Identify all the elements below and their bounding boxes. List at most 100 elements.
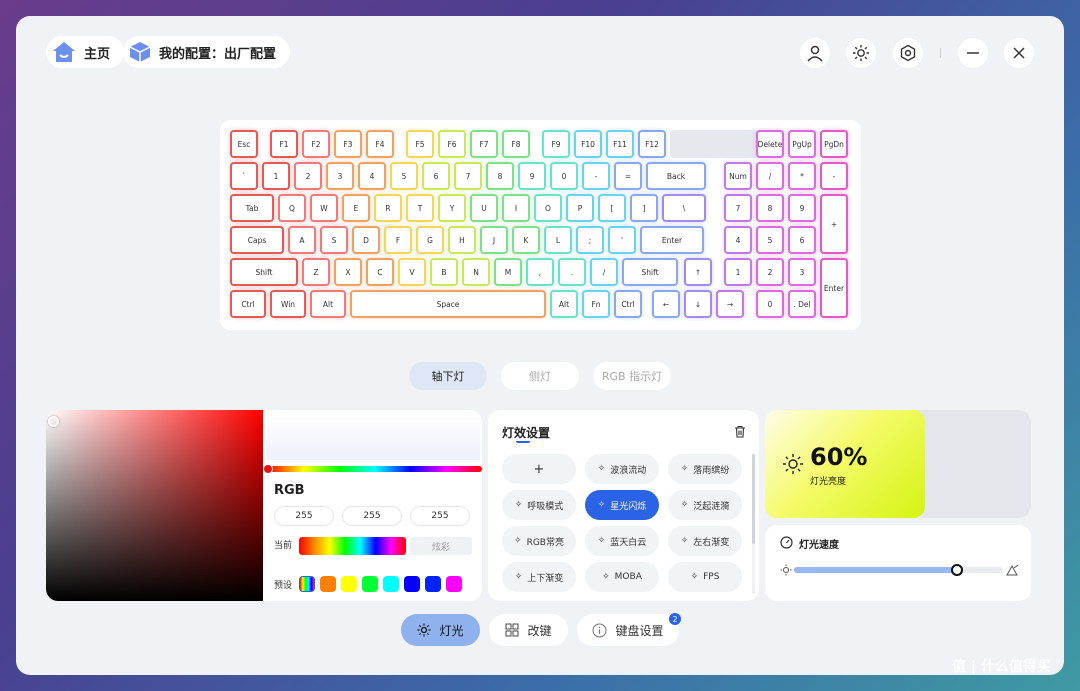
minimize-button[interactable] [958,38,988,68]
key[interactable]: PgUp [788,130,816,158]
key[interactable]: Enter [640,226,704,254]
key[interactable]: F10 [574,130,602,158]
hue-slider[interactable] [268,466,482,472]
home-tab[interactable]: 主页 [46,36,125,68]
key[interactable]: L [544,226,572,254]
key[interactable]: M [494,258,522,286]
key[interactable]: 0 [550,162,578,190]
bottom-tab-remap[interactable]: 改键 [489,614,568,646]
key[interactable]: 3 [788,258,816,286]
key[interactable]: Enter [820,258,848,318]
key[interactable]: D [352,226,380,254]
config-tab[interactable]: 我的配置：出厂配置 [123,36,291,68]
close-button[interactable] [1004,38,1034,68]
effect-button[interactable]: ✧ 落雨缤纷 [668,454,742,484]
key[interactable]: Fn [582,290,610,318]
key[interactable]: F4 [366,130,394,158]
key[interactable]: Space [350,290,546,318]
preset-swatch[interactable] [341,576,357,592]
key[interactable]: 1 [262,162,290,190]
key[interactable]: T [406,194,434,222]
key[interactable]: * [788,162,816,190]
effect-button[interactable]: ✧ MOBA [585,562,659,592]
effect-button[interactable]: ✧ 呼吸模式 [502,490,576,520]
key[interactable]: 9 [518,162,546,190]
color-picker-handle[interactable] [48,416,59,427]
settings-button[interactable] [893,38,923,68]
key[interactable]: [ [598,194,626,222]
key[interactable]: I [502,194,530,222]
key[interactable]: R [374,194,402,222]
key[interactable]: S [320,226,348,254]
key[interactable]: / [756,162,784,190]
key[interactable]: F7 [470,130,498,158]
rgb-g-input[interactable]: 255 [342,506,402,526]
key[interactable]: F2 [302,130,330,158]
key[interactable]: Back [646,162,706,190]
key[interactable]: 8 [756,194,784,222]
bottom-tab-keyboard-settings[interactable]: 键盘设置 [577,614,679,646]
key[interactable]: ` [230,162,258,190]
key[interactable]: - [820,162,848,190]
key[interactable]: 3 [326,162,354,190]
effect-button[interactable]: + [502,454,576,484]
key[interactable]: Ctrl [614,290,642,318]
key[interactable]: . Del [788,290,816,318]
key[interactable]: - [582,162,610,190]
key[interactable]: Alt [550,290,578,318]
key[interactable]: Esc [230,130,258,158]
key[interactable]: F3 [334,130,362,158]
key[interactable]: 5 [756,226,784,254]
key[interactable]: 7 [724,194,752,222]
key[interactable]: O [534,194,562,222]
effect-button[interactable]: ✧ 左右渐变 [668,526,742,556]
key[interactable]: 6 [788,226,816,254]
key[interactable]: 4 [358,162,386,190]
key[interactable]: ] [630,194,658,222]
preset-swatch[interactable] [383,576,399,592]
key[interactable]: 1 [724,258,752,286]
key[interactable]: = [614,162,642,190]
effect-button[interactable]: ✧ 上下渐变 [502,562,576,592]
key[interactable]: F5 [406,130,434,158]
key[interactable]: 9 [788,194,816,222]
color-picker-area[interactable] [46,410,263,601]
key[interactable]: Tab [230,194,274,222]
key[interactable]: Q [278,194,306,222]
key[interactable]: + [820,194,848,254]
key[interactable]: B [430,258,458,286]
key[interactable]: / [590,258,618,286]
key[interactable]: 2 [294,162,322,190]
delete-button[interactable] [734,423,746,442]
key[interactable]: ' [608,226,636,254]
preset-swatch[interactable] [362,576,378,592]
effect-button[interactable]: ✧ 波浪流动 [585,454,659,484]
key[interactable]: ← [652,290,680,318]
user-button[interactable] [800,38,830,68]
key[interactable]: Y [438,194,466,222]
key[interactable]: X [334,258,362,286]
key[interactable]: F9 [542,130,570,158]
key[interactable]: 2 [756,258,784,286]
preset-swatch[interactable] [425,576,441,592]
key[interactable]: → [716,290,744,318]
preset-swatch[interactable] [404,576,420,592]
effect-button[interactable]: ✧ RGB常亮 [502,526,576,556]
key[interactable]: 8 [486,162,514,190]
key[interactable]: A [288,226,316,254]
effect-button[interactable]: ✧ 星光闪烁 [585,490,659,520]
key[interactable]: 6 [422,162,450,190]
key[interactable]: F11 [606,130,634,158]
key[interactable]: F12 [638,130,666,158]
key[interactable]: P [566,194,594,222]
key[interactable]: G [416,226,444,254]
preset-swatch[interactable] [320,576,336,592]
key[interactable]: ↓ [684,290,712,318]
preset-swatch[interactable] [446,576,462,592]
key[interactable]: Z [302,258,330,286]
key[interactable]: Shift [230,258,298,286]
light-button[interactable] [846,38,876,68]
key[interactable]: V [398,258,426,286]
effects-scrollbar[interactable] [752,454,755,544]
key[interactable]: Alt [310,290,346,318]
